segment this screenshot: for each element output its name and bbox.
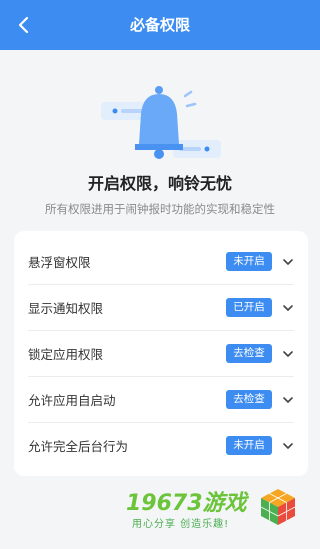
bell-illustration-icon bbox=[101, 86, 221, 159]
status-badge[interactable]: 去检查 bbox=[226, 390, 272, 409]
chevron-down-icon bbox=[283, 396, 293, 403]
hero-title: 开启权限，响铃无忧 bbox=[87, 174, 232, 193]
chevron-down-icon bbox=[283, 350, 293, 357]
page-title: 必备权限 bbox=[129, 16, 190, 34]
permission-label: 显示通知权限 bbox=[28, 301, 104, 316]
hero-subtitle: 所有权限进用于闹钟报时功能的实现和稳定性 bbox=[45, 202, 275, 216]
status-badge[interactable]: 未开启 bbox=[226, 436, 272, 455]
permissions-card: 悬浮窗权限 未开启 显示通知权限 已开启 锁定应用权限 去检查 允许应用自启动 … bbox=[14, 231, 308, 476]
status-badge[interactable]: 去检查 bbox=[226, 344, 272, 363]
permission-row-lock-app[interactable]: 锁定应用权限 去检查 bbox=[14, 331, 308, 376]
permission-row-notification[interactable]: 显示通知权限 已开启 bbox=[14, 285, 308, 330]
app-header: 必备权限 bbox=[0, 0, 320, 50]
chevron-down-icon bbox=[283, 258, 293, 265]
watermark-brand: 19673游戏 bbox=[126, 491, 247, 516]
watermark-slogan: 用心分享 创造乐趣! bbox=[132, 519, 230, 530]
permission-row-overlay[interactable]: 悬浮窗权限 未开启 bbox=[14, 239, 308, 284]
permission-label: 允许完全后台行为 bbox=[28, 439, 129, 454]
permission-label: 锁定应用权限 bbox=[28, 347, 104, 362]
status-badge[interactable]: 已开启 bbox=[226, 298, 272, 317]
permission-label: 允许应用自启动 bbox=[28, 393, 116, 408]
status-badge[interactable]: 未开启 bbox=[226, 252, 272, 271]
hero-section: 开启权限，响铃无忧 所有权限进用于闹钟报时功能的实现和稳定性 bbox=[0, 50, 320, 228]
cube-logo-icon bbox=[260, 489, 296, 525]
chevron-down-icon bbox=[283, 304, 293, 311]
watermark-logo: 19673游戏 用心分享 创造乐趣! bbox=[118, 485, 308, 531]
chevron-down-icon bbox=[283, 442, 293, 449]
permission-row-autostart[interactable]: 允许应用自启动 去检查 bbox=[14, 377, 308, 422]
permission-row-background[interactable]: 允许完全后台行为 未开启 bbox=[14, 423, 308, 468]
permission-label: 悬浮窗权限 bbox=[28, 255, 91, 270]
